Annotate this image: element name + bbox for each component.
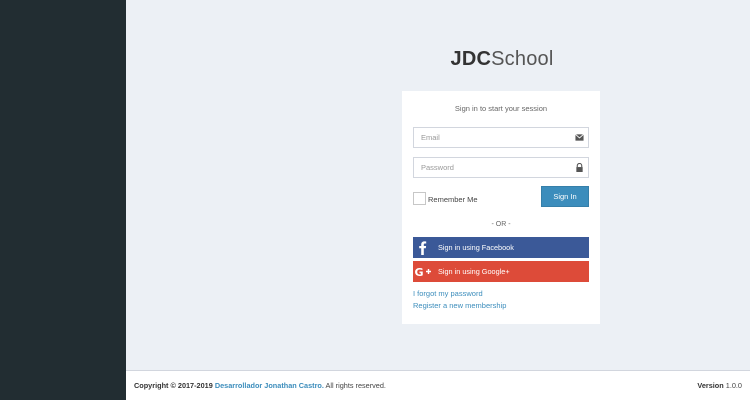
register-link[interactable]: Register a new membership — [413, 301, 506, 310]
version-label: Version — [697, 381, 724, 390]
login-box: Sign in to start your session Remember M… — [402, 91, 600, 324]
lock-icon — [576, 163, 583, 172]
logo-light: School — [491, 48, 554, 70]
envelope-icon — [575, 134, 584, 141]
password-field[interactable] — [413, 157, 589, 178]
google-plus-icon: G — [415, 266, 431, 279]
login-logo[interactable]: JDCSchool — [402, 48, 602, 71]
footer: Copyright © 2017-2019 Desarrollador Jona… — [126, 370, 750, 400]
sign-in-button[interactable]: Sign In — [541, 186, 589, 207]
facebook-icon — [419, 241, 427, 255]
svg-text:G: G — [415, 266, 424, 279]
remember-checkbox[interactable] — [413, 192, 426, 205]
logo-bold: JDC — [450, 48, 492, 70]
sidebar — [0, 0, 126, 400]
login-box-message: Sign in to start your session — [454, 104, 548, 113]
google-signin-label: Sign in using Google+ — [438, 267, 510, 276]
version-value: 1.0.0 — [725, 381, 742, 390]
rights-text: All rights reserved. — [325, 381, 386, 390]
author-link[interactable]: Desarrollador Jonathan Castro. — [215, 381, 324, 390]
remember-label: Remember Me — [428, 195, 478, 204]
main-content: JDCSchool Sign in to start your session … — [126, 0, 750, 370]
password-input[interactable] — [414, 158, 588, 177]
copyright-text: Copyright © 2017-2019 — [134, 381, 213, 390]
google-signin-button[interactable]: G Sign in using Google+ — [413, 261, 589, 282]
email-input[interactable] — [414, 128, 588, 147]
or-divider: - OR - — [491, 221, 511, 228]
forgot-password-link[interactable]: I forgot my password — [413, 289, 483, 298]
footer-version: Version 1.0.0 — [697, 381, 742, 390]
email-field[interactable] — [413, 127, 589, 148]
facebook-signin-label: Sign in using Facebook — [438, 243, 514, 252]
footer-copyright: Copyright © 2017-2019 Desarrollador Jona… — [134, 381, 386, 390]
facebook-signin-button[interactable]: Sign in using Facebook — [413, 237, 589, 258]
